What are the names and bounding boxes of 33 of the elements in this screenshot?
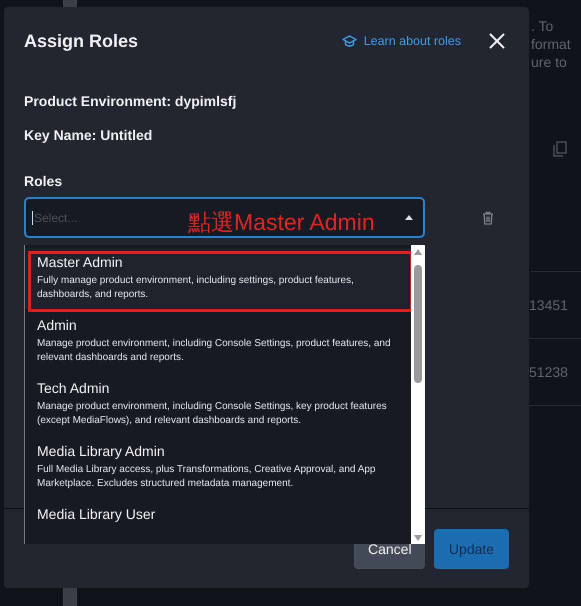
- role-name: Media Library Admin: [37, 442, 166, 460]
- role-name: Admin: [37, 316, 78, 334]
- learn-about-roles-link[interactable]: Learn about roles: [342, 34, 461, 48]
- role-select-input[interactable]: Select...: [32, 210, 114, 224]
- role-description: Manage product environment, including Console Settings, key product features (except MediaFlows), and relevant dashboards and reports.: [37, 400, 388, 428]
- annotation-text: 點選Master Admin: [188, 208, 375, 236]
- role-name: Media Library User: [37, 505, 156, 523]
- role-name: Master Admin: [37, 253, 124, 271]
- background-bar: [63, 588, 77, 606]
- scroll-down-icon[interactable]: [414, 535, 422, 541]
- role-option[interactable]: Admin Manage product environment, including Console Settings, product features, and relevant dashboards and reports.: [25, 311, 411, 372]
- role-option[interactable]: Media Library Admin Full Media Library access, plus Transformations, Creative Approval, and App Marketplace. Excludes structured metadata management.: [25, 437, 411, 498]
- caret-icon: [405, 215, 413, 220]
- close-icon[interactable]: [489, 33, 505, 49]
- scroll-up-icon[interactable]: [414, 249, 422, 255]
- role-option[interactable]: Tech Admin Manage product environment, including Console Settings, key product features (except MediaFlows), and relevant dashboards and reports.: [25, 374, 411, 435]
- role-description: Fully manage product environment, including settings, product features, dashboards, and reports.: [37, 274, 355, 302]
- scrollbar-thumb[interactable]: [414, 265, 422, 383]
- graduation-cap-icon: [342, 34, 357, 48]
- field-text: Key Name: Untitled: [24, 126, 154, 144]
- dialog-title: Assign Roles: [24, 30, 140, 52]
- trash-icon[interactable]: [482, 210, 494, 224]
- role-name: Tech Admin: [37, 379, 110, 397]
- role-description: Manage product environment, including Console Settings, product features, and relevant dashboards and reports.: [37, 337, 392, 365]
- field-text: Product Environment: dypimlsfj: [24, 92, 238, 110]
- background-text: . To: [531, 17, 554, 35]
- role-description: Full Media Library access, plus Transformations, Creative Approval, and App Marketplace. Excludes structured metadata management.: [37, 463, 376, 491]
- background-text: ure to: [531, 53, 568, 71]
- background-text: format: [531, 35, 572, 53]
- role-option[interactable]: Master Admin Fully manage product environment, including settings, product features, dashboards, and reports.: [25, 248, 411, 309]
- copy-icon[interactable]: [553, 141, 567, 157]
- scrollbar[interactable]: [411, 245, 425, 544]
- roles-label: Roles: [24, 172, 64, 190]
